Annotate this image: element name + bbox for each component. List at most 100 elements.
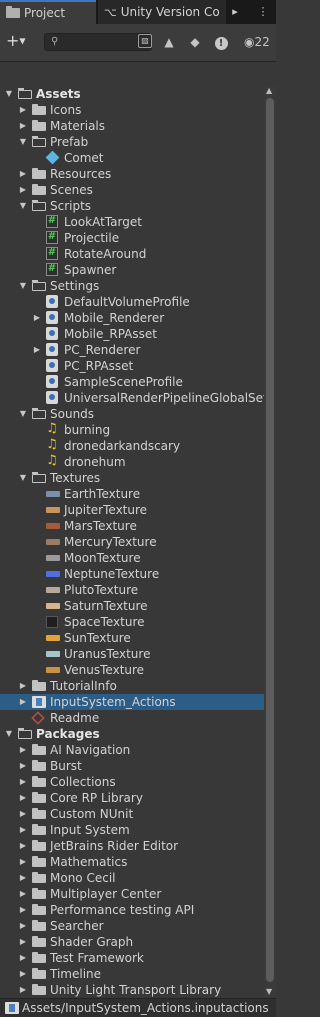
tree-row[interactable]: ♫ dronedarkandscary — [0, 438, 264, 454]
collapsed-arrow-icon[interactable]: ▶ — [32, 342, 42, 358]
collapsed-arrow-icon[interactable]: ▶ — [18, 118, 28, 134]
tree-row[interactable]: SunTexture — [0, 630, 264, 646]
tree-row[interactable]: ▼ Scripts — [0, 198, 264, 214]
tree-row[interactable]: ▼ Packages — [0, 726, 264, 742]
tree-row[interactable]: ▼ Sounds — [0, 406, 264, 422]
vertical-scrollbar[interactable]: ▲ ▼ — [264, 86, 276, 996]
tree-row[interactable]: ▶ Scenes — [0, 182, 264, 198]
tree-row[interactable]: ▶ InputSystem_Actions — [0, 694, 264, 710]
expanded-arrow-icon[interactable]: ▼ — [18, 406, 28, 422]
tree-row[interactable]: DefaultVolumeProfile — [0, 294, 264, 310]
collapsed-arrow-icon[interactable]: ▶ — [18, 166, 28, 182]
expanded-arrow-icon[interactable]: ▼ — [4, 726, 14, 742]
tree-row[interactable]: ▶ Input System — [0, 822, 264, 838]
tree-row[interactable]: ▼ Assets — [0, 86, 264, 102]
tree-row[interactable]: ▶ Materials — [0, 118, 264, 134]
collapsed-arrow-icon[interactable]: ▶ — [18, 694, 28, 710]
tree-row[interactable]: SaturnTexture — [0, 598, 264, 614]
tree-row[interactable]: MoonTexture — [0, 550, 264, 566]
collapsed-arrow-icon[interactable]: ▶ — [18, 790, 28, 806]
tree-row[interactable]: ▶ AI Navigation — [0, 742, 264, 758]
tree-row[interactable]: ▶ Test Framework — [0, 950, 264, 966]
expanded-arrow-icon[interactable]: ▼ — [18, 198, 28, 214]
tree-row[interactable]: ▼ Prefab — [0, 134, 264, 150]
scroll-up-icon[interactable]: ▲ — [266, 86, 272, 95]
tree-row[interactable]: ▶ Custom NUnit — [0, 806, 264, 822]
collapsed-arrow-icon[interactable]: ▶ — [18, 902, 28, 918]
collapsed-arrow-icon[interactable]: ▶ — [18, 774, 28, 790]
tree-row[interactable]: Comet — [0, 150, 264, 166]
tree-row[interactable]: VenusTexture — [0, 662, 264, 678]
tree-row[interactable]: ▶ Icons — [0, 102, 264, 118]
tree-row[interactable]: Readme — [0, 710, 264, 726]
hidden-packages-toggle[interactable]: ◉22 — [244, 33, 274, 51]
tree-row[interactable]: PlutoTexture — [0, 582, 264, 598]
expanded-arrow-icon[interactable]: ▼ — [18, 470, 28, 486]
search-by-type-icon[interactable]: ▨ — [138, 34, 152, 48]
tree-row[interactable]: UranusTexture — [0, 646, 264, 662]
search-by-label-button[interactable]: ◆ — [186, 33, 204, 51]
tree-row[interactable]: ▶ Unity Light Transport Library — [0, 982, 264, 998]
tree-row[interactable]: MarsTexture — [0, 518, 264, 534]
tree-row[interactable]: Mobile_RPAsset — [0, 326, 264, 342]
collapsed-arrow-icon[interactable]: ▶ — [18, 854, 28, 870]
tree-row[interactable]: ▶ Multiplayer Center — [0, 886, 264, 902]
tree-row[interactable]: ▶ Burst — [0, 758, 264, 774]
collapsed-arrow-icon[interactable]: ▶ — [18, 870, 28, 886]
collapsed-arrow-icon[interactable]: ▶ — [18, 758, 28, 774]
tab-unity-version-control[interactable]: ⌥ Unity Version Co — [98, 0, 226, 24]
collapsed-arrow-icon[interactable]: ▶ — [18, 886, 28, 902]
tree-row[interactable]: ▶ PC_Renderer — [0, 342, 264, 358]
search-input[interactable]: ⚲ — [44, 33, 152, 51]
collapsed-arrow-icon[interactable]: ▶ — [18, 102, 28, 118]
tree-row[interactable]: ▶ JetBrains Rider Editor — [0, 838, 264, 854]
tree-row[interactable]: ▶ Mobile_Renderer — [0, 310, 264, 326]
collapsed-arrow-icon[interactable]: ▶ — [18, 838, 28, 854]
create-button[interactable]: +▼ — [6, 31, 26, 52]
collapsed-arrow-icon[interactable]: ▶ — [18, 806, 28, 822]
tree-row[interactable]: ♫ burning — [0, 422, 264, 438]
expanded-arrow-icon[interactable]: ▼ — [18, 134, 28, 150]
tree-row[interactable]: ▶ Resources — [0, 166, 264, 182]
tree-row[interactable]: ▶ Searcher — [0, 918, 264, 934]
collapsed-arrow-icon[interactable]: ▶ — [18, 966, 28, 982]
scroll-down-icon[interactable]: ▼ — [266, 987, 272, 996]
tab-menu-icon[interactable]: ⋮ — [256, 4, 270, 20]
expanded-arrow-icon[interactable]: ▼ — [4, 86, 14, 102]
tree-row[interactable]: ▶ Mono Cecil — [0, 870, 264, 886]
tree-row[interactable]: ♫ dronehum — [0, 454, 264, 470]
collapsed-arrow-icon[interactable]: ▶ — [32, 310, 42, 326]
tree-row[interactable]: PC_RPAsset — [0, 358, 264, 374]
tree-row[interactable]: ▶ TutorialInfo — [0, 678, 264, 694]
tree-row[interactable]: MercuryTexture — [0, 534, 264, 550]
tree-row[interactable]: ▶ Collections — [0, 774, 264, 790]
tree-row[interactable]: JupiterTexture — [0, 502, 264, 518]
tree-row[interactable]: # RotateAround — [0, 246, 264, 262]
collapsed-arrow-icon[interactable]: ▶ — [18, 934, 28, 950]
tree-row[interactable]: EarthTexture — [0, 486, 264, 502]
tree-row[interactable]: ▼ Settings — [0, 278, 264, 294]
tree-row[interactable]: # Spawner — [0, 262, 264, 278]
tree-row[interactable]: ▶ Core RP Library — [0, 790, 264, 806]
tab-project[interactable]: Project — [0, 0, 96, 24]
tree-row[interactable]: ▼ Textures — [0, 470, 264, 486]
collapsed-arrow-icon[interactable]: ▶ — [18, 742, 28, 758]
scrollbar-thumb[interactable] — [266, 98, 274, 982]
collapsed-arrow-icon[interactable]: ▶ — [18, 182, 28, 198]
tree-row[interactable]: # Projectile — [0, 230, 264, 246]
tree-row[interactable]: UniversalRenderPipelineGlobalSetti — [0, 390, 276, 406]
collapsed-arrow-icon[interactable]: ▶ — [18, 822, 28, 838]
collapsed-arrow-icon[interactable]: ▶ — [18, 950, 28, 966]
tree-row[interactable]: ▶ Mathematics — [0, 854, 264, 870]
tree-row[interactable]: NeptuneTexture — [0, 566, 264, 582]
tree-row[interactable]: SpaceTexture — [0, 614, 264, 630]
collapsed-arrow-icon[interactable]: ▶ — [18, 982, 28, 998]
important-icon[interactable]: ! — [212, 33, 230, 51]
collapsed-arrow-icon[interactable]: ▶ — [18, 678, 28, 694]
tree-row[interactable]: ▶ Performance testing API — [0, 902, 264, 918]
tree-row[interactable]: ▶ Shader Graph — [0, 934, 264, 950]
tab-overflow-icon[interactable]: ▸ — [228, 4, 242, 20]
tree-row[interactable]: # LookAtTarget — [0, 214, 264, 230]
expanded-arrow-icon[interactable]: ▼ — [18, 278, 28, 294]
collapsed-arrow-icon[interactable]: ▶ — [18, 918, 28, 934]
